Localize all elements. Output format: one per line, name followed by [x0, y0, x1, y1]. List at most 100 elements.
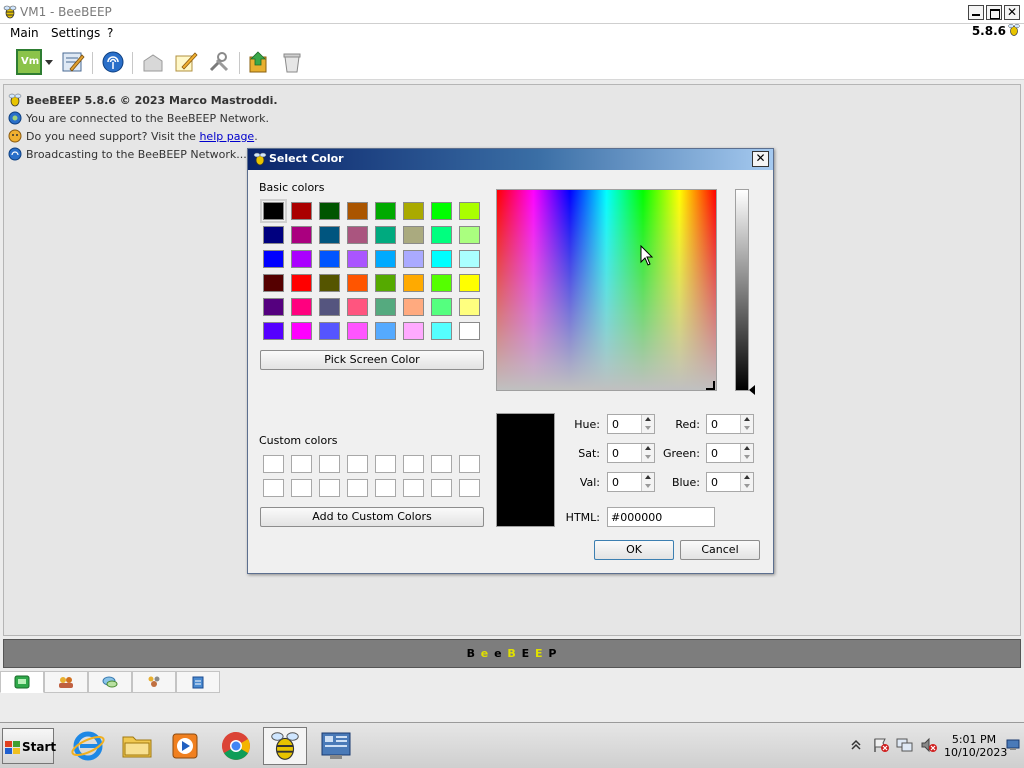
- spin-down-icon[interactable]: [641, 424, 654, 433]
- add-to-custom-colors-button[interactable]: Add to Custom Colors: [260, 507, 484, 527]
- edit-profile-icon[interactable]: [60, 49, 86, 75]
- basic-color-swatch[interactable]: [260, 199, 287, 223]
- basic-color-swatch[interactable]: [403, 202, 424, 220]
- hue-spinbox[interactable]: 0: [607, 414, 655, 434]
- custom-color-swatch[interactable]: [263, 455, 284, 473]
- basic-color-swatch[interactable]: [403, 274, 424, 292]
- custom-color-swatch[interactable]: [431, 455, 452, 473]
- basic-color-swatch[interactable]: [431, 298, 452, 316]
- basic-color-swatch[interactable]: [319, 226, 340, 244]
- pick-screen-color-button[interactable]: Pick Screen Color: [260, 350, 484, 370]
- value-slider[interactable]: [735, 189, 749, 391]
- dropdown-arrow-icon[interactable]: [43, 49, 55, 75]
- tab-chat[interactable]: [0, 671, 44, 693]
- basic-color-swatch[interactable]: [375, 250, 396, 268]
- basic-color-swatch[interactable]: [291, 226, 312, 244]
- custom-color-swatch[interactable]: [403, 479, 424, 497]
- basic-color-swatch[interactable]: [459, 274, 480, 292]
- basic-color-swatch[interactable]: [431, 274, 452, 292]
- basic-color-swatch[interactable]: [347, 202, 368, 220]
- settings-tools-icon[interactable]: [206, 49, 232, 75]
- spin-up-icon[interactable]: [740, 473, 753, 482]
- custom-color-swatch[interactable]: [319, 455, 340, 473]
- basic-color-swatch[interactable]: [375, 226, 396, 244]
- menu-main[interactable]: Main: [10, 26, 39, 40]
- basic-color-swatch[interactable]: [347, 298, 368, 316]
- maximize-button[interactable]: [986, 5, 1002, 20]
- basic-color-swatch[interactable]: [375, 274, 396, 292]
- basic-color-swatch[interactable]: [431, 202, 452, 220]
- beebeep-icon[interactable]: [263, 727, 307, 765]
- basic-color-swatch[interactable]: [375, 202, 396, 220]
- custom-color-swatch[interactable]: [431, 479, 452, 497]
- basic-color-swatch[interactable]: [319, 250, 340, 268]
- refresh-icon[interactable]: [246, 49, 272, 75]
- basic-color-swatch[interactable]: [403, 298, 424, 316]
- basic-color-swatch[interactable]: [263, 322, 284, 340]
- basic-color-swatch[interactable]: [347, 250, 368, 268]
- basic-color-swatch[interactable]: [263, 274, 284, 292]
- custom-color-swatch[interactable]: [375, 479, 396, 497]
- ok-button[interactable]: OK: [594, 540, 674, 560]
- custom-color-swatch[interactable]: [375, 455, 396, 473]
- basic-color-swatch[interactable]: [403, 226, 424, 244]
- clock[interactable]: 5:01 PM 10/10/2023: [944, 733, 1007, 759]
- close-button[interactable]: ✕: [1004, 5, 1020, 20]
- basic-color-swatch[interactable]: [403, 250, 424, 268]
- basic-color-swatch[interactable]: [263, 298, 284, 316]
- menu-help[interactable]: ?: [107, 26, 113, 40]
- basic-color-swatch[interactable]: [347, 274, 368, 292]
- basic-color-swatch[interactable]: [319, 322, 340, 340]
- basic-color-swatch[interactable]: [291, 322, 312, 340]
- basic-color-swatch[interactable]: [431, 226, 452, 244]
- basic-color-swatch[interactable]: [431, 322, 452, 340]
- spin-down-icon[interactable]: [641, 482, 654, 491]
- tab-files[interactable]: [176, 671, 220, 693]
- basic-color-swatch[interactable]: [459, 298, 480, 316]
- inbox-icon[interactable]: [140, 49, 166, 75]
- network-status-icon[interactable]: [896, 737, 914, 753]
- show-hidden-icons-icon[interactable]: [850, 737, 862, 751]
- server-manager-icon[interactable]: [314, 727, 358, 765]
- sat-spinbox[interactable]: 0: [607, 443, 655, 463]
- basic-color-swatch[interactable]: [319, 274, 340, 292]
- red-spinbox[interactable]: 0: [706, 414, 754, 434]
- custom-color-swatch[interactable]: [291, 479, 312, 497]
- green-spinbox[interactable]: 0: [706, 443, 754, 463]
- basic-color-swatch[interactable]: [459, 250, 480, 268]
- tab-chats[interactable]: [88, 671, 132, 693]
- spin-up-icon[interactable]: [641, 473, 654, 482]
- basic-color-swatch[interactable]: [375, 298, 396, 316]
- volume-muted-icon[interactable]: [920, 737, 938, 753]
- basic-color-swatch[interactable]: [291, 202, 312, 220]
- spin-down-icon[interactable]: [740, 453, 753, 462]
- dialog-close-button[interactable]: ✕: [752, 151, 769, 167]
- spin-up-icon[interactable]: [641, 444, 654, 453]
- media-player-icon[interactable]: [163, 727, 207, 765]
- basic-color-swatch[interactable]: [347, 226, 368, 244]
- blue-spinbox[interactable]: 0: [706, 472, 754, 492]
- custom-color-swatch[interactable]: [291, 455, 312, 473]
- spin-up-icon[interactable]: [740, 444, 753, 453]
- tab-groups[interactable]: [132, 671, 176, 693]
- note-icon[interactable]: [173, 49, 199, 75]
- basic-color-swatch[interactable]: [263, 250, 284, 268]
- html-color-input[interactable]: [607, 507, 715, 527]
- file-explorer-icon[interactable]: [115, 727, 159, 765]
- help-page-link[interactable]: help page: [199, 130, 254, 143]
- hue-saturation-picker[interactable]: [496, 189, 717, 391]
- custom-color-swatch[interactable]: [403, 455, 424, 473]
- trash-icon[interactable]: [279, 49, 305, 75]
- action-center-icon[interactable]: [872, 737, 890, 753]
- val-spinbox[interactable]: 0: [607, 472, 655, 492]
- show-desktop-icon[interactable]: [1006, 739, 1020, 751]
- spin-up-icon[interactable]: [740, 415, 753, 424]
- basic-color-swatch[interactable]: [347, 322, 368, 340]
- spin-down-icon[interactable]: [740, 482, 753, 491]
- start-button[interactable]: Start: [2, 728, 56, 764]
- internet-explorer-icon[interactable]: [66, 727, 110, 765]
- menu-settings[interactable]: Settings: [51, 26, 100, 40]
- custom-color-swatch[interactable]: [347, 455, 368, 473]
- basic-color-swatch[interactable]: [431, 250, 452, 268]
- basic-color-swatch[interactable]: [403, 322, 424, 340]
